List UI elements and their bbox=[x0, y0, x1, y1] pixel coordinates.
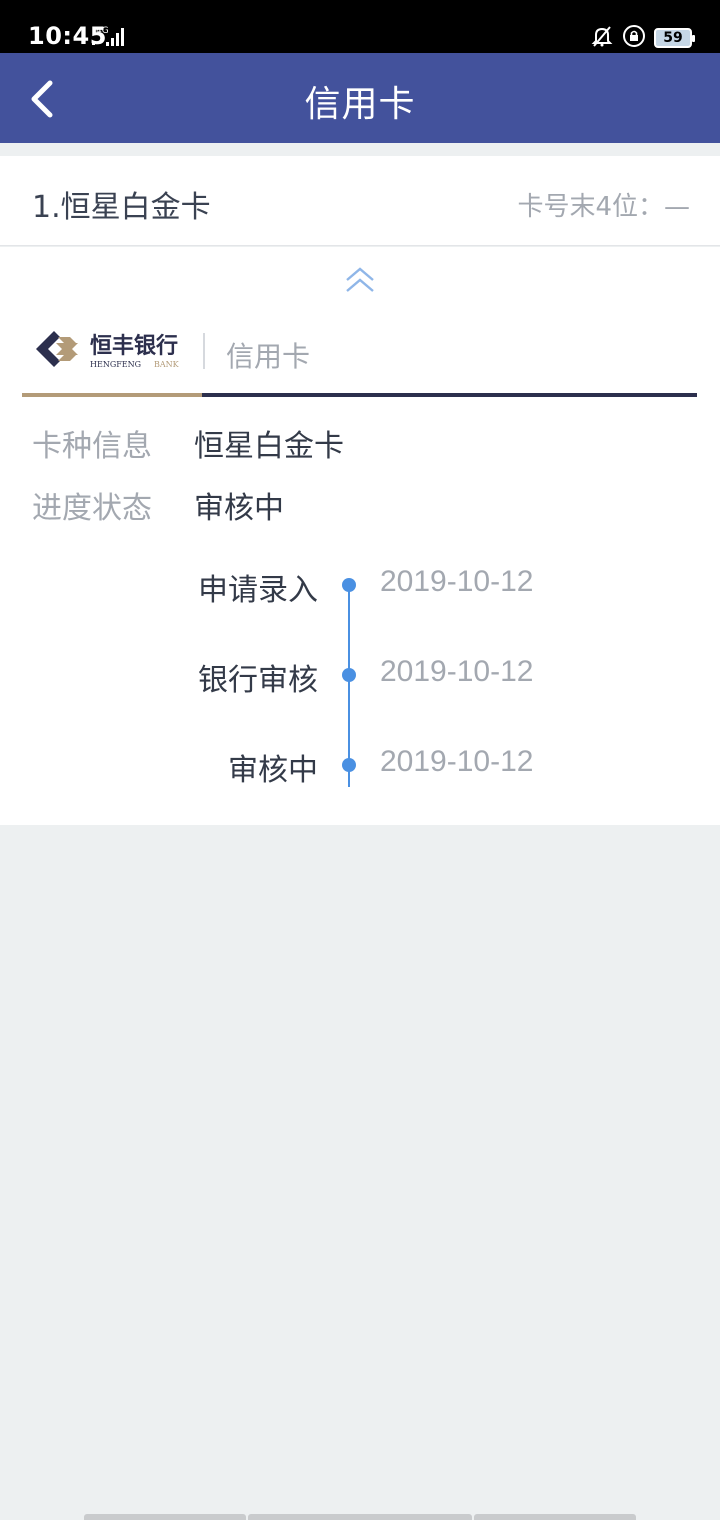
bell-off-icon bbox=[590, 24, 614, 52]
bank-logo: 恒丰银行 HENGFENG BANK bbox=[34, 329, 184, 377]
double-chevron-up-icon bbox=[346, 267, 374, 292]
accent-line-gold bbox=[22, 393, 202, 397]
bank-name-cn: 恒丰银行 bbox=[90, 333, 178, 359]
card-name: 1.恒星白金卡 bbox=[32, 190, 211, 225]
battery-indicator: 59 bbox=[654, 28, 695, 48]
timeline-dot bbox=[342, 668, 356, 682]
timeline-date: 2019-10-12 bbox=[380, 565, 534, 598]
nav-indicator-right bbox=[474, 1514, 636, 1520]
timeline-label: 审核中 bbox=[228, 753, 318, 788]
bank-name-en-bank: BANK bbox=[154, 360, 180, 369]
info-label: 卡种信息 bbox=[32, 429, 152, 464]
page-title: 信用卡 bbox=[304, 84, 416, 125]
timeline-label: 申请录入 bbox=[198, 573, 318, 608]
nav-indicator-left bbox=[84, 1514, 246, 1520]
collapse-button[interactable] bbox=[338, 261, 382, 299]
status-bar: 10:45 4G 59 bbox=[0, 0, 720, 53]
logo-divider bbox=[203, 333, 205, 369]
logo-mark-navy bbox=[36, 331, 60, 367]
lock-rotation-icon bbox=[622, 24, 646, 52]
logo-mark-gold bbox=[56, 343, 78, 355]
timeline-date: 2019-10-12 bbox=[380, 655, 534, 688]
timeline-label: 银行审核 bbox=[198, 663, 318, 698]
card-number-tail: 卡号末4位：— bbox=[517, 192, 690, 222]
accent-line-navy bbox=[202, 393, 697, 397]
nav-indicator-center bbox=[248, 1514, 472, 1520]
nav-bar: 信用卡 bbox=[0, 53, 720, 143]
timeline-dot bbox=[342, 578, 356, 592]
card-header[interactable]: 1.恒星白金卡 卡号末4位：— bbox=[0, 156, 720, 246]
signal-icon: 4G bbox=[92, 24, 132, 52]
status-icons: 59 bbox=[590, 24, 695, 52]
info-value: 审核中 bbox=[194, 491, 284, 526]
info-value: 恒星白金卡 bbox=[194, 429, 344, 464]
card-detail-panel: 恒丰银行 HENGFENG BANK 信用卡 卡种信息 恒星白金卡 进度状态 审… bbox=[0, 247, 720, 825]
info-label: 进度状态 bbox=[32, 491, 152, 526]
timeline-item: 申请录入 2019-10-12 bbox=[0, 565, 720, 608]
timeline-dot bbox=[342, 758, 356, 772]
bank-name-en: HENGFENG bbox=[90, 360, 141, 369]
logo-sub-label: 信用卡 bbox=[226, 340, 311, 373]
network-type: 4G bbox=[96, 26, 109, 36]
timeline-date: 2019-10-12 bbox=[380, 745, 534, 778]
timeline-item: 审核中 2019-10-12 bbox=[0, 745, 720, 788]
timeline-item: 银行审核 2019-10-12 bbox=[0, 655, 720, 698]
